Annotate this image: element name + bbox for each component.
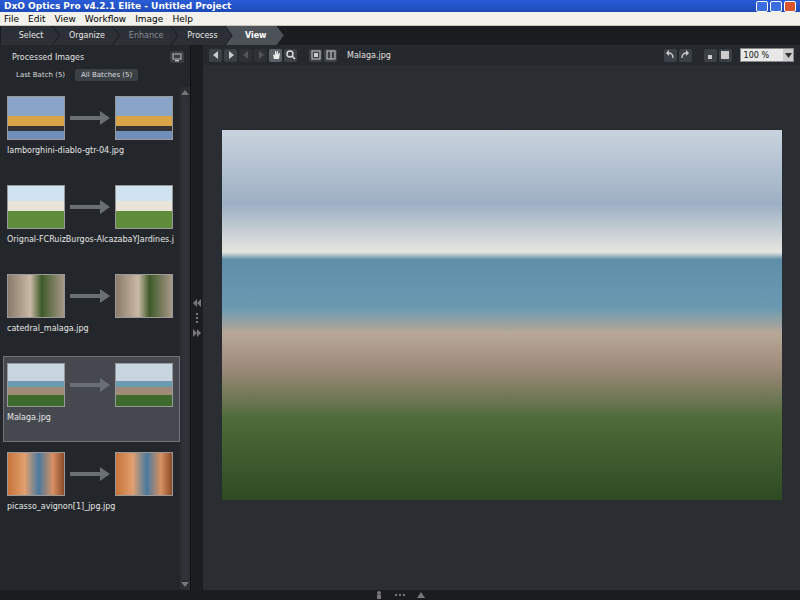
menu-item[interactable]: Workflow [85, 13, 126, 25]
next-icon[interactable] [224, 49, 237, 62]
panel-splitter[interactable] [191, 45, 203, 590]
fit-icon[interactable] [704, 49, 717, 62]
image-list: lamborghini-diablo-gtr-04.jpg Orignal-FC… [0, 87, 180, 590]
single-view-icon[interactable] [309, 49, 322, 62]
workflow-tabs: SelectOrganizeEnhanceProcessView [0, 26, 800, 45]
image-name: picasso_avignon[1]_jpg.jpg [7, 502, 176, 511]
workflow-tab[interactable]: Enhance [113, 26, 178, 45]
previous-icon[interactable] [209, 49, 222, 62]
arrow-icon [70, 467, 110, 481]
image-stage [203, 65, 800, 590]
viewer-toolbar: Malaga.jpg 100 % [203, 45, 800, 65]
menu-bar: File Edit View Workflow Image Help [0, 12, 800, 26]
menu-item[interactable]: Image [135, 13, 163, 25]
processed-thumbnail [115, 96, 173, 140]
zoom-dropdown[interactable]: 100 % [740, 48, 794, 62]
arrow-icon [70, 378, 110, 392]
image-name: lamborghini-diablo-gtr-04.jpg [7, 146, 176, 155]
person-icon[interactable] [375, 591, 383, 599]
processed-thumbnail [115, 185, 173, 229]
minimize-icon[interactable] [756, 1, 768, 12]
title-bar: DxO Optics Pro v4.2.1 Elite - Untitled P… [0, 0, 800, 12]
hand-icon[interactable] [269, 49, 282, 62]
image-item[interactable]: lamborghini-diablo-gtr-04.jpg [3, 89, 180, 175]
workflow-tab[interactable]: Process [171, 26, 231, 45]
scrollbar[interactable] [180, 87, 190, 590]
expand-up-icon[interactable] [417, 591, 425, 599]
menu-item[interactable]: Help [172, 13, 193, 25]
expand-icon[interactable] [193, 329, 201, 337]
image-item[interactable]: picasso_avignon[1]_jpg.jpg [3, 445, 180, 531]
sidebar: Processed Images Last Batch (5) All Batch… [0, 45, 191, 590]
original-thumbnail [7, 96, 65, 140]
viewer: Malaga.jpg 100 % [203, 45, 800, 590]
image-name: catedral_malaga.jpg [7, 324, 176, 333]
zoom-icon[interactable] [284, 49, 297, 62]
maximize-icon[interactable] [770, 1, 782, 12]
arrow-icon [70, 111, 110, 125]
bottom-bar [0, 590, 800, 600]
processed-thumbnail [115, 452, 173, 496]
image-name: Orignal-FCRuizBurgos-AlcazabaYJardines.j [7, 235, 176, 244]
redo-icon[interactable] [679, 49, 692, 62]
image-item[interactable]: Malaga.jpg [3, 356, 180, 442]
dropdown-icon[interactable] [783, 49, 793, 61]
zoom-value: 100 % [741, 51, 783, 60]
image-item[interactable]: catedral_malaga.jpg [3, 267, 180, 353]
menu-item[interactable]: File [4, 13, 19, 25]
batch-tab[interactable]: All Batches (5) [75, 69, 138, 81]
batch-tab[interactable]: Last Batch (5) [10, 69, 71, 81]
first-icon[interactable] [239, 49, 252, 62]
window-title: DxO Optics Pro v4.2.1 Elite - Untitled P… [4, 0, 756, 12]
image-name: Malaga.jpg [7, 413, 176, 422]
collapse-icon[interactable] [193, 299, 201, 307]
sidebar-title: Processed Images [12, 53, 84, 62]
original-thumbnail [7, 363, 65, 407]
current-filename: Malaga.jpg [347, 51, 391, 60]
export-icon[interactable] [170, 51, 184, 63]
fullscreen-icon[interactable] [719, 49, 732, 62]
original-thumbnail [7, 452, 65, 496]
workflow-tab[interactable]: View [226, 26, 284, 45]
arrow-icon [70, 200, 110, 214]
menu-item[interactable]: Edit [28, 13, 45, 25]
app-window: DxO Optics Pro v4.2.1 Elite - Untitled P… [0, 0, 800, 600]
last-icon[interactable] [254, 49, 267, 62]
undo-icon[interactable] [664, 49, 677, 62]
processed-thumbnail [115, 274, 173, 318]
processed-thumbnail [115, 363, 173, 407]
scroll-up-icon[interactable] [181, 89, 189, 95]
original-thumbnail [7, 274, 65, 318]
arrow-icon [70, 289, 110, 303]
workflow-tab[interactable]: Organize [53, 26, 119, 45]
original-thumbnail [7, 185, 65, 229]
image-item[interactable]: Orignal-FCRuizBurgos-AlcazabaYJardines.j [3, 178, 180, 264]
close-icon[interactable] [784, 1, 796, 12]
workflow-tab[interactable]: Select [1, 26, 59, 45]
menu-item[interactable]: View [55, 13, 76, 25]
compare-view-icon[interactable] [324, 49, 337, 62]
photo[interactable] [222, 130, 782, 500]
scroll-down-icon[interactable] [181, 582, 189, 588]
